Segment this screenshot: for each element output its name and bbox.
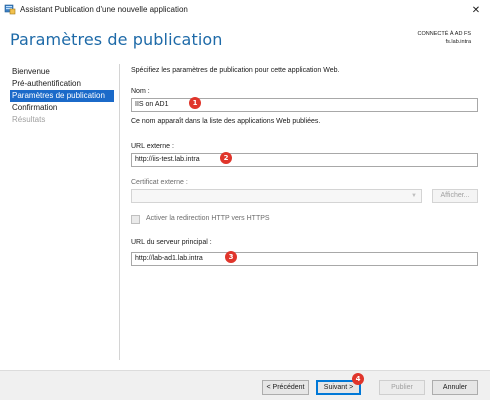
nav-divider — [119, 64, 120, 360]
name-label: Nom : — [131, 88, 150, 95]
annotation-badge-4: 4 — [352, 373, 364, 385]
nav-item-bienvenue[interactable]: Bienvenue — [10, 66, 114, 78]
server-app-icon — [4, 4, 16, 15]
show-cert-button: Afficher... — [432, 189, 478, 203]
window-title: Assistant Publication d'une nouvelle app… — [20, 5, 188, 14]
backend-url-input[interactable]: http://lab-ad1.lab.intra — [131, 252, 478, 266]
name-input[interactable]: IIS on AD1 — [131, 98, 478, 112]
http-redirect-label: Activer la redirection HTTP vers HTTPS — [146, 215, 270, 222]
name-help-text: Ce nom apparaît dans la liste des applic… — [131, 118, 321, 125]
cancel-button[interactable]: Annuler — [432, 380, 478, 395]
external-url-label: URL externe : — [131, 143, 174, 150]
nav-item-parametres-publication[interactable]: Paramètres de publication — [10, 90, 114, 102]
wizard-footer: < Précédent Suivant > 4 Publier Annuler — [0, 370, 490, 400]
title-bar: Assistant Publication d'une nouvelle app… — [0, 0, 490, 20]
external-cert-select: ▼ — [131, 189, 422, 203]
close-icon[interactable]: ✕ — [470, 4, 482, 16]
backend-url-label: URL du serveur principal : — [131, 239, 212, 246]
annotation-badge-2: 2 — [220, 152, 232, 164]
page-title: Paramètres de publication — [10, 30, 223, 49]
external-cert-label: Certificat externe : — [131, 179, 188, 186]
previous-button[interactable]: < Précédent — [262, 380, 309, 395]
nav-item-resultats: Résultats — [12, 115, 46, 124]
nav-item-confirmation[interactable]: Confirmation — [10, 102, 114, 114]
connection-label: CONNECTÉ À AD FS — [417, 31, 471, 37]
chevron-down-icon: ▼ — [411, 193, 417, 199]
http-redirect-checkbox — [131, 215, 140, 224]
annotation-badge-3: 3 — [225, 251, 237, 263]
publish-button: Publier — [379, 380, 425, 395]
external-url-input[interactable]: http://iis-test.lab.intra — [131, 153, 478, 167]
intro-text: Spécifiez les paramètres de publication … — [131, 67, 340, 74]
connection-server: fs.lab.intra — [445, 39, 471, 45]
wizard-steps-nav: Bienvenue Pré-authentification Paramètre… — [10, 66, 114, 126]
annotation-badge-1: 1 — [189, 97, 201, 109]
nav-item-pre-authentification[interactable]: Pré-authentification — [10, 78, 114, 90]
